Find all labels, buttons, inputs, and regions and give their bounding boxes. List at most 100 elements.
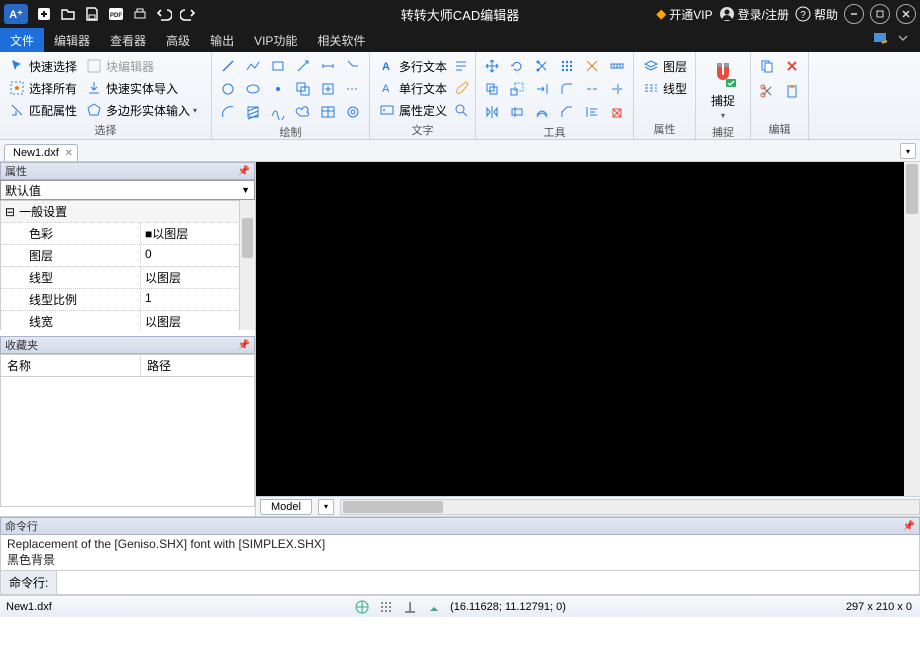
leader-tool[interactable] [343, 56, 363, 76]
model-tab[interactable]: Model [260, 499, 312, 515]
status-globe-icon[interactable] [354, 599, 370, 615]
collapse-ribbon-button[interactable] [896, 31, 914, 49]
extend-tool[interactable] [532, 79, 552, 99]
linetype-button[interactable]: 线型 [640, 78, 689, 98]
text-style-button[interactable] [453, 58, 469, 74]
table-tool[interactable] [318, 102, 338, 122]
hatch-tool[interactable] [243, 102, 263, 122]
status-grid-icon[interactable] [378, 599, 394, 615]
doc-tab[interactable]: New1.dxf✕ [4, 144, 78, 161]
edit-copy-button[interactable] [757, 56, 777, 76]
pin-icon[interactable]: 📌 [238, 166, 250, 177]
menu-file[interactable]: 文件 [0, 28, 44, 52]
appearance-button[interactable] [872, 31, 890, 49]
edit-cut-button[interactable] [757, 81, 777, 101]
minimize-button[interactable] [844, 4, 864, 24]
login-link[interactable]: 登录/注册 [719, 6, 789, 23]
pdf-button[interactable]: PDF [105, 3, 127, 25]
menu-output[interactable]: 输出 [200, 28, 244, 52]
save-button[interactable] [81, 3, 103, 25]
status-ortho-icon[interactable] [402, 599, 418, 615]
attr-def-button[interactable]: 属性定义 [376, 100, 449, 120]
dimension-tool[interactable] [318, 56, 338, 76]
line-tool[interactable] [218, 56, 238, 76]
ellipse-tool[interactable] [243, 79, 263, 99]
text-find-button[interactable] [453, 102, 469, 118]
prop-row[interactable]: 色彩■以图层 [1, 222, 254, 244]
drawing-canvas[interactable] [256, 162, 920, 496]
quick-import-button[interactable]: 快速实体导入 [83, 78, 180, 98]
properties-panel-header[interactable]: 属性📌 [0, 162, 255, 180]
prop-row[interactable]: 线型以图层 [1, 266, 254, 288]
text-edit-button[interactable] [453, 80, 469, 96]
donut-tool[interactable] [343, 102, 363, 122]
close-button[interactable] [896, 4, 916, 24]
properties-scrollbar[interactable] [239, 200, 255, 330]
multi-text-button[interactable]: A多行文本 [376, 56, 449, 76]
rotate-tool[interactable] [507, 56, 527, 76]
mirror-tool[interactable] [482, 102, 502, 122]
status-snap-icon[interactable] [426, 599, 442, 615]
single-text-button[interactable]: A单行文本 [376, 78, 449, 98]
redo-button[interactable] [177, 3, 199, 25]
model-tabs-expander[interactable]: ▾ [318, 499, 334, 515]
quick-select-button[interactable]: 快速选择 [6, 56, 79, 76]
ray-tool[interactable] [293, 56, 313, 76]
match-props-button[interactable]: 匹配属性 [6, 100, 79, 120]
doc-tabs-expander[interactable]: ▾ [900, 143, 916, 159]
polyline-tool[interactable] [243, 56, 263, 76]
command-input[interactable] [57, 573, 919, 593]
prop-row[interactable]: 线宽以图层 [1, 310, 254, 330]
snap-button[interactable]: 捕捉▾ [702, 56, 744, 122]
edit-delete-button[interactable] [782, 56, 802, 76]
maximize-button[interactable] [870, 4, 890, 24]
arc-tool[interactable] [218, 102, 238, 122]
properties-section[interactable]: ⊟一般设置 [1, 201, 254, 222]
explode-tool[interactable] [582, 56, 602, 76]
edit-paste-button[interactable] [782, 81, 802, 101]
array-tool[interactable] [557, 56, 577, 76]
undo-button[interactable] [153, 3, 175, 25]
select-all-button[interactable]: 选择所有 [6, 78, 79, 98]
offset-tool[interactable] [532, 102, 552, 122]
menu-editor[interactable]: 编辑器 [44, 28, 100, 52]
command-panel-header[interactable]: 命令行📌 [0, 517, 920, 535]
spline-tool[interactable] [268, 102, 288, 122]
insert-block-tool[interactable] [318, 79, 338, 99]
copy-tool[interactable] [482, 79, 502, 99]
point-tool[interactable] [268, 79, 288, 99]
block-editor-button[interactable]: 块编辑器 [83, 56, 156, 76]
print-button[interactable] [129, 3, 151, 25]
new-file-button[interactable] [33, 3, 55, 25]
break-tool[interactable] [582, 79, 602, 99]
favorites-panel-header[interactable]: 收藏夹📌 [0, 336, 255, 354]
circle-tool[interactable] [218, 79, 238, 99]
region-tool[interactable] [293, 79, 313, 99]
trim-tool[interactable] [532, 56, 552, 76]
menu-viewer[interactable]: 查看器 [100, 28, 156, 52]
polygon-import-button[interactable]: 多边形实体输入▾ [83, 100, 199, 120]
move-tool[interactable] [482, 56, 502, 76]
help-link[interactable]: ?帮助 [795, 6, 838, 23]
vip-link[interactable]: ◆开通VIP [656, 6, 712, 23]
prop-row[interactable]: 图层0 [1, 244, 254, 266]
menu-advanced[interactable]: 高级 [156, 28, 200, 52]
erase-tool[interactable] [607, 102, 627, 122]
scale-tool[interactable] [507, 79, 527, 99]
menu-related[interactable]: 相关软件 [307, 28, 375, 52]
cloud-tool[interactable] [293, 102, 313, 122]
join-tool[interactable] [607, 79, 627, 99]
close-tab-icon[interactable]: ✕ [64, 148, 72, 159]
prop-row[interactable]: 线型比例1 [1, 288, 254, 310]
rect-tool[interactable] [268, 56, 288, 76]
pin-icon[interactable]: 📌 [238, 340, 250, 351]
canvas-hscrollbar[interactable] [340, 499, 920, 515]
measure-tool[interactable] [607, 56, 627, 76]
layers-button[interactable]: 图层 [640, 56, 689, 76]
chamfer-tool[interactable] [557, 102, 577, 122]
align-tool[interactable] [582, 102, 602, 122]
menu-vip[interactable]: VIP功能 [244, 28, 307, 52]
fillet-tool[interactable] [557, 79, 577, 99]
stretch-tool[interactable] [507, 102, 527, 122]
xline-tool[interactable] [343, 79, 363, 99]
